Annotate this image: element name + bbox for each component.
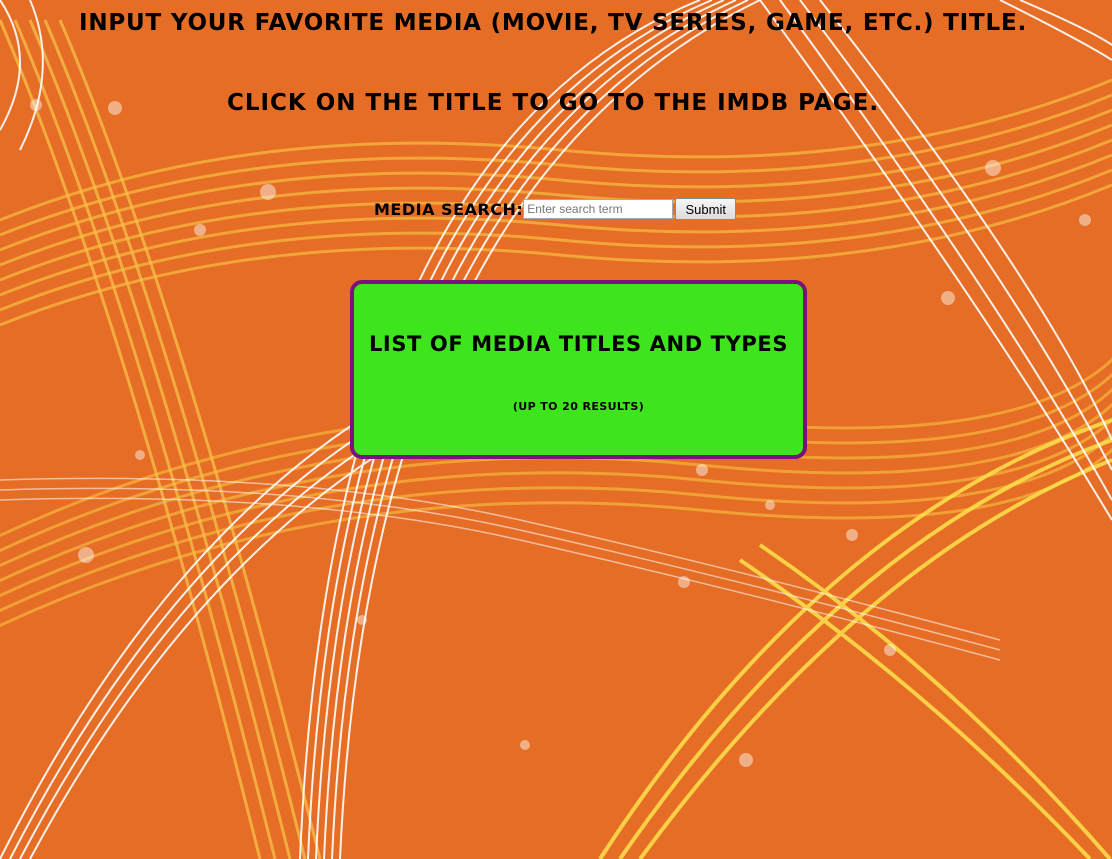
results-panel: List of Media Titles and Types (up to 20… bbox=[350, 280, 807, 459]
search-label: Media Search: bbox=[374, 199, 524, 219]
instruction-subheading: Click on the title to go to the IMDB pag… bbox=[226, 90, 880, 116]
results-subtitle: (up to 20 results) bbox=[512, 400, 645, 413]
submit-button[interactable]: Submit bbox=[675, 198, 737, 220]
results-title: List of Media Titles and Types bbox=[368, 332, 789, 356]
search-form: Media Search: Submit bbox=[374, 197, 737, 221]
page-content: Input your favorite media (Movie, TV Ser… bbox=[0, 0, 1112, 859]
instruction-heading: Input your favorite media (Movie, TV Ser… bbox=[78, 10, 1028, 36]
search-input[interactable] bbox=[523, 199, 674, 219]
